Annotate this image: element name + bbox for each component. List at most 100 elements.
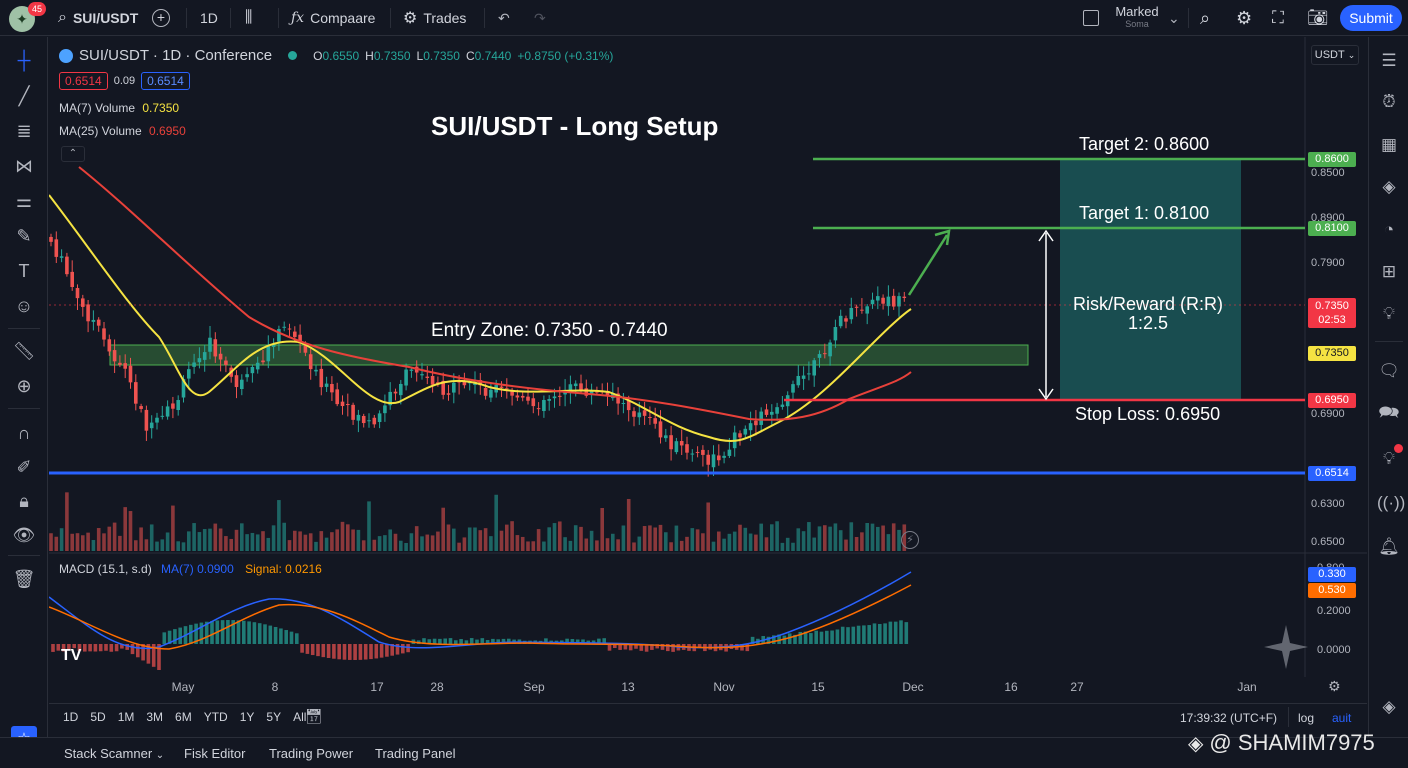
range-button[interactable]: 1Y — [234, 710, 261, 724]
forecast-icon[interactable]: ⚌ — [12, 189, 36, 213]
layout-name[interactable]: Marked Soma — [1112, 4, 1162, 29]
sell-button[interactable]: 0.6514 — [59, 72, 108, 90]
lightning-icon[interactable]: ⚡︎ — [901, 531, 919, 549]
volume-bar — [128, 511, 133, 551]
volume-bar — [462, 537, 467, 551]
volume-bar — [218, 528, 223, 551]
volume-bar — [881, 525, 885, 551]
add-symbol-button[interactable]: + — [152, 0, 170, 36]
messages-icon[interactable]: 🗪︎ — [1377, 401, 1401, 425]
crosshair-icon[interactable]: ┼ — [12, 48, 36, 72]
macd-ma-value: 0.0900 — [197, 562, 234, 576]
volume-bar — [81, 535, 85, 551]
snapshot-button[interactable]: 📷︎ — [1307, 0, 1329, 36]
macd-histogram-bar — [358, 644, 363, 660]
volume-bar — [134, 540, 138, 551]
magnet-icon[interactable]: ∩ — [12, 421, 36, 445]
calendar-icon[interactable]: ▦ — [1377, 133, 1401, 157]
marked-layout-button[interactable] — [1083, 0, 1099, 36]
date-range-icon[interactable]: 📅︎ — [305, 708, 323, 725]
bell-icon[interactable]: 🔔︎ — [1377, 535, 1401, 559]
candle-body — [65, 256, 69, 275]
macd-signal-label: Signal: — [245, 562, 282, 576]
candle-body — [669, 435, 673, 450]
volume-bar — [165, 532, 170, 551]
alarm-clock-icon[interactable]: ⏰︎ — [1377, 90, 1401, 114]
collapse-legend-button[interactable]: ⌃ — [61, 146, 85, 162]
range-button[interactable]: 1M — [112, 710, 141, 724]
tab-pine-editor[interactable]: Fisk Editor — [184, 746, 245, 761]
candle-body — [176, 400, 180, 411]
symbol-search-button[interactable]: ⌕ SUI/USDT — [58, 0, 138, 36]
lock-icon[interactable]: 🔒︎ — [12, 489, 36, 513]
buy-button[interactable]: 0.6514 — [141, 72, 190, 90]
broadcast-icon[interactable]: ((·)) — [1377, 491, 1405, 515]
ruler-icon[interactable]: 📏︎ — [12, 339, 36, 363]
compare-button[interactable]: ƒx Compaare — [291, 0, 375, 36]
grid-icon[interactable]: ⊞ — [1377, 260, 1401, 284]
quick-search-button[interactable]: ⌕ — [1200, 0, 1210, 36]
chart-pane[interactable]: SUI/USDT · 1D · Conference O0.6550 H0.73… — [49, 37, 1367, 697]
range-button[interactable]: 3M — [140, 710, 169, 724]
candle-body — [876, 296, 880, 301]
volume-bar — [669, 542, 673, 551]
layers-icon[interactable]: ◈ — [1377, 175, 1401, 199]
volume-bar — [658, 524, 663, 551]
volume-bar — [679, 540, 684, 551]
tab-label: Stack Scamner — [64, 746, 153, 761]
trades-label: Trades — [423, 10, 467, 26]
tab-trading-power[interactable]: Trading Power — [269, 746, 353, 761]
volume-bar — [388, 529, 392, 551]
volume-bar — [722, 538, 726, 551]
eye-icon[interactable]: 👁︎ — [12, 523, 36, 547]
range-button[interactable]: 6M — [169, 710, 198, 724]
emoji-icon[interactable]: ☺ — [12, 294, 36, 318]
volume-bar — [727, 533, 732, 551]
clock-display[interactable]: 17:39:32 (UTC+F) — [1180, 711, 1277, 725]
trash-icon[interactable]: 🗑︎ — [12, 567, 36, 591]
trend-line-icon[interactable]: ╱ — [12, 84, 36, 108]
tab-trading-panel[interactable]: Trading Panel — [375, 746, 455, 761]
candle-body — [558, 395, 562, 397]
high-label: H — [365, 48, 374, 63]
zoom-in-icon[interactable]: ⊕ — [12, 374, 36, 398]
range-button[interactable]: 1D — [57, 710, 84, 724]
auto-scale-toggle[interactable]: auit — [1332, 711, 1351, 725]
chat-icon[interactable]: 🗨︎ — [1377, 359, 1401, 383]
layers-stack-icon[interactable]: ◈ — [1377, 695, 1401, 719]
settings-button[interactable]: ⚙ — [1236, 0, 1252, 36]
range-button[interactable]: YTD — [198, 710, 234, 724]
submit-button[interactable]: Submit — [1340, 5, 1402, 31]
legend-title: SUI/USDT · 1D · Conference — [79, 47, 273, 64]
trades-button[interactable]: ⚙ Trades — [403, 0, 466, 36]
pattern-icon[interactable]: ⋈ — [12, 154, 36, 178]
text-icon[interactable]: T — [12, 259, 36, 283]
redo-button[interactable]: ↷ — [534, 0, 546, 36]
hotlist-icon[interactable]: ◔ — [1377, 218, 1401, 242]
lock-drawing-icon[interactable]: ✐ — [12, 455, 36, 479]
undo-button[interactable]: ↶ — [498, 0, 510, 36]
ideas-bulb-icon[interactable]: 💡︎ — [1377, 302, 1401, 326]
layout-dropdown[interactable]: ⌄ — [1168, 0, 1180, 36]
fib-icon[interactable]: ≣ — [12, 119, 36, 143]
tab-stock-screener[interactable]: Stack Scamner ⌄ — [64, 746, 164, 761]
range-button[interactable]: 5D — [84, 710, 111, 724]
volume-bar — [399, 540, 403, 551]
fullscreen-button[interactable]: ⛶ — [1272, 0, 1284, 36]
current-price-value: 0.7350 — [1315, 300, 1349, 312]
volume-bar — [293, 530, 297, 551]
volume-bar — [277, 500, 281, 551]
macd-histogram-bar — [448, 638, 453, 644]
volume-bar — [155, 541, 159, 551]
range-button[interactable]: 5Y — [260, 710, 287, 724]
log-scale-toggle[interactable]: log — [1298, 711, 1314, 725]
candle-body — [319, 368, 324, 388]
volume-bar — [891, 523, 896, 551]
brush-icon[interactable]: ✎ — [12, 224, 36, 248]
chart-type-button[interactable]: ⫼ — [245, 0, 252, 36]
currency-selector[interactable]: USDT ⌄ — [1311, 45, 1359, 65]
watchlist-icon[interactable]: ☰ — [1377, 49, 1401, 73]
candle-body — [823, 353, 827, 355]
interval-button[interactable]: 1D — [200, 0, 218, 36]
axis-settings-icon[interactable]: ⚙ — [1328, 678, 1341, 695]
